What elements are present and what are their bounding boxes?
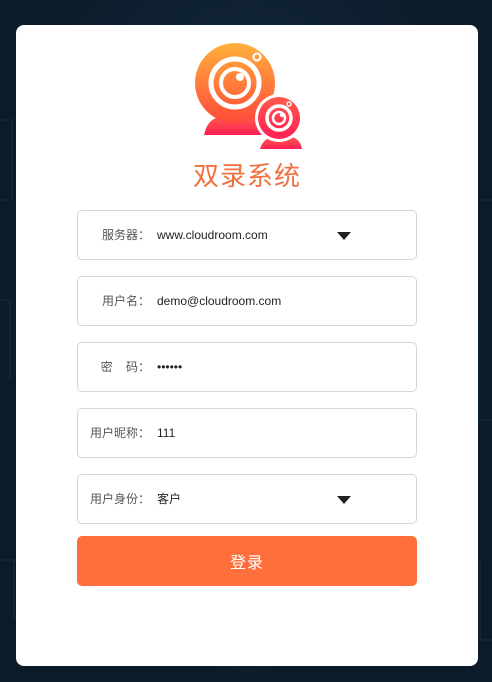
webcam-logo-icon [195, 43, 303, 149]
login-button[interactable]: 登录 [77, 536, 417, 586]
username-input[interactable]: demo@cloudroom.com [157, 277, 397, 325]
server-value[interactable]: www.cloudroom.com [157, 211, 397, 259]
username-field[interactable]: 用户名： demo@cloudroom.com [77, 276, 417, 326]
server-select[interactable]: 服务器： www.cloudroom.com [77, 210, 417, 260]
identity-select[interactable]: 用户身份： 客户 [77, 474, 417, 524]
password-input[interactable]: •••••• [157, 343, 397, 391]
identity-value[interactable]: 客户 [157, 475, 397, 523]
app-title: 双录系统 [192, 161, 301, 191]
password-field[interactable]: 密 码： •••••• [77, 342, 417, 392]
nickname-field[interactable]: 用户昵称： 111 [77, 408, 417, 458]
nickname-input[interactable]: 111 [157, 409, 397, 457]
identity-label: 用户身份： [89, 492, 150, 506]
server-label: 服务器： [101, 228, 150, 242]
password-label: 密 码： [100, 360, 150, 374]
dropdown-caret-icon[interactable] [337, 496, 351, 504]
login-card: 双录系统 服务器： www.cloudroom.com 用户名： demo@cl… [16, 25, 478, 666]
dropdown-caret-icon[interactable] [337, 232, 351, 240]
nickname-label: 用户昵称： [89, 426, 150, 440]
username-label: 用户名： [101, 294, 150, 308]
